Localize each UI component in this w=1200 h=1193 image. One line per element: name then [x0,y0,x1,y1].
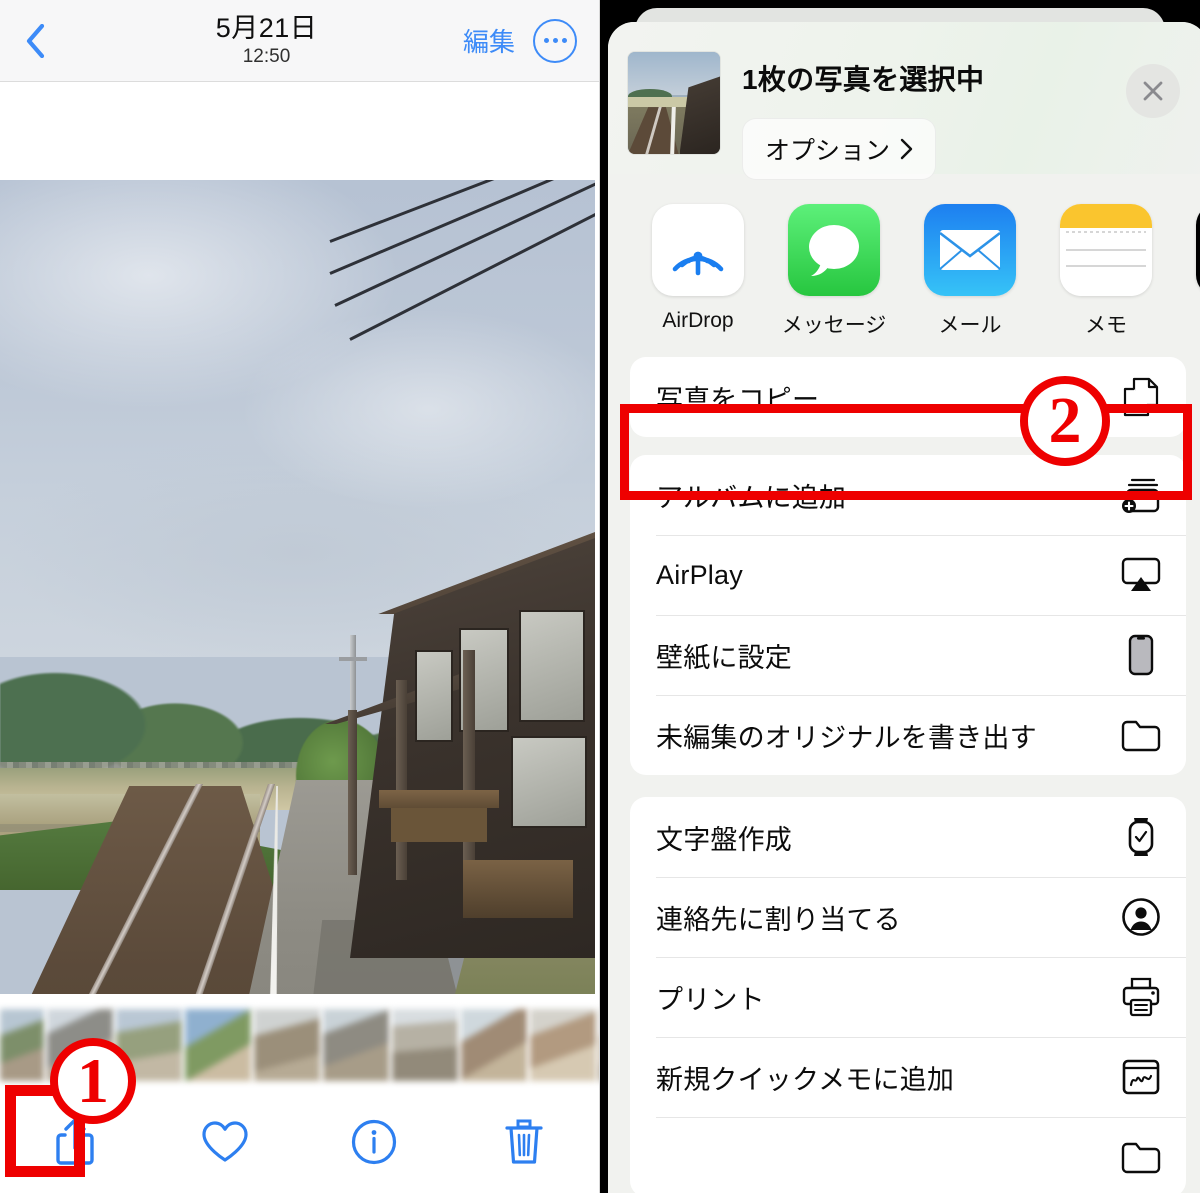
mail-icon [924,204,1016,296]
messages-icon [788,204,880,296]
folder-icon [1118,1134,1164,1180]
info-circle-icon [352,1119,397,1164]
printer-icon [1118,974,1164,1020]
share-app-label: メモ [1085,314,1127,337]
action-label: 新規クイックメモに追加 [656,1064,955,1095]
close-icon [1143,81,1163,101]
share-app-notes[interactable]: メモ [1038,204,1174,339]
photo-top-spacer [0,82,599,180]
filmstrip-thumb[interactable] [185,1009,251,1081]
delete-button[interactable] [449,1117,599,1167]
filmstrip-thumb[interactable] [530,1009,596,1081]
tiktok-icon [1196,204,1200,296]
action-row-partial[interactable] [630,1117,1186,1193]
screenshot-root: 5月21日 12:50 編集 1枚の写真を選択中 オプション AirDrop メ… [0,0,1200,1193]
filmstrip-thumb[interactable] [392,1009,458,1081]
action-row-assign-to-contact[interactable]: 連絡先に割り当てる [630,877,1186,957]
share-app-messages[interactable]: メッセージ [766,204,902,339]
photo-bottom-edge [0,994,595,1002]
trash-icon [505,1119,543,1164]
photo-cart [463,860,573,918]
share-sheet: 1枚の写真を選択中 オプション AirDrop メッセージ メール メモ 写真を… [608,22,1200,1193]
quick-note-icon [1118,1054,1164,1100]
more-options-button[interactable] [533,18,577,63]
action-row-export-original[interactable]: 未編集のオリジナルを書き出す [630,695,1186,775]
share-button[interactable] [0,1116,150,1168]
action-label: プリント [656,984,765,1015]
favorite-button[interactable] [150,1119,300,1165]
action-row-print[interactable]: プリント [630,957,1186,1037]
filmstrip-thumb[interactable] [254,1009,320,1081]
action-row-set-wallpaper[interactable]: 壁紙に設定 [630,615,1186,695]
share-app-mail[interactable]: メール [902,204,1038,339]
options-label: オプション [765,137,891,165]
misc-group: 文字盤作成 連絡先に割り当てる プリント 新規クイックメモに追加 [630,797,1186,1193]
photo-canopy-post [396,680,407,880]
photo-bench [379,790,499,808]
step-1-badge: 1 [50,1038,136,1124]
folder-icon [1118,712,1164,758]
photo-canopy-post [348,710,357,875]
photo-window [511,736,587,828]
share-app-label: メッセージ [781,314,887,337]
photo-date: 5月21日 [215,13,318,43]
share-apps-row[interactable]: AirDrop メッセージ メール メモ [608,174,1200,357]
chevron-left-icon [26,23,45,58]
share-app-airdrop[interactable]: AirDrop [630,204,766,333]
photos-navbar: 5月21日 12:50 編集 [0,0,599,82]
main-photo[interactable] [0,180,595,1002]
filmstrip-thumb[interactable] [0,1009,44,1081]
album-group: アルバムに追加 AirPlay 壁紙に設定 未編集のオリジナルを書き出す [630,455,1186,775]
selected-photo-thumbnail[interactable] [628,52,720,154]
ellipsis-dot [543,38,549,43]
action-label: 未編集のオリジナルを書き出す [656,722,1037,753]
apple-watch-icon [1118,814,1164,860]
photo-title-block: 5月21日 12:50 [70,13,463,67]
step-2-badge: 2 [1020,376,1110,466]
share-app-label: AirDrop [662,309,734,332]
share-app-label: メール [938,314,1002,337]
photo-time: 12:50 [242,46,291,67]
action-row-airplay[interactable]: AirPlay [630,535,1186,615]
photo-window [415,650,453,742]
share-action-groups: 写真をコピー アルバムに追加 AirPlay 壁紙に設定 未編集のオリジナルを書… [608,357,1200,1193]
action-row-create-watch-face[interactable]: 文字盤作成 [630,797,1186,877]
filmstrip-thumb[interactable] [461,1009,527,1081]
close-button[interactable] [1126,64,1180,118]
action-label: 文字盤作成 [656,824,792,855]
person-circle-icon [1118,894,1164,940]
info-button[interactable] [300,1118,450,1166]
filmstrip-thumb[interactable] [323,1009,389,1081]
heart-icon [202,1120,248,1162]
phone-wallpaper-icon [1118,632,1164,678]
action-label: アルバムに追加 [656,482,847,513]
options-button[interactable]: オプション [742,118,937,180]
action-row-add-quick-note[interactable]: 新規クイックメモに追加 [630,1037,1186,1117]
share-sheet-panel: 1枚の写真を選択中 オプション AirDrop メッセージ メール メモ 写真を… [600,0,1200,1193]
photos-viewer-panel: 5月21日 12:50 編集 [0,0,600,1193]
share-sheet-header-text: 1枚の写真を選択中 オプション [742,52,1200,180]
ellipsis-dot [552,38,558,43]
action-row-add-to-album[interactable]: アルバムに追加 [630,455,1186,535]
action-label: 連絡先に割り当てる [656,904,901,935]
photo-bench-leg [391,808,487,842]
chevron-right-icon [900,138,913,160]
action-label: 壁紙に設定 [656,642,792,673]
share-sheet-header: 1枚の写真を選択中 オプション [608,22,1200,180]
action-label: AirPlay [656,559,743,590]
airdrop-icon [652,204,744,296]
edit-button[interactable]: 編集 [463,22,533,59]
ellipsis-dot [561,38,567,43]
copy-icon [1118,374,1164,420]
notes-icon [1060,204,1152,296]
back-button[interactable] [0,0,70,82]
share-app-tiktok[interactable]: T [1174,204,1200,333]
share-app-label: T [1174,309,1200,333]
photo-window [519,610,585,722]
add-to-album-icon [1118,472,1164,518]
airplay-icon [1118,552,1164,598]
